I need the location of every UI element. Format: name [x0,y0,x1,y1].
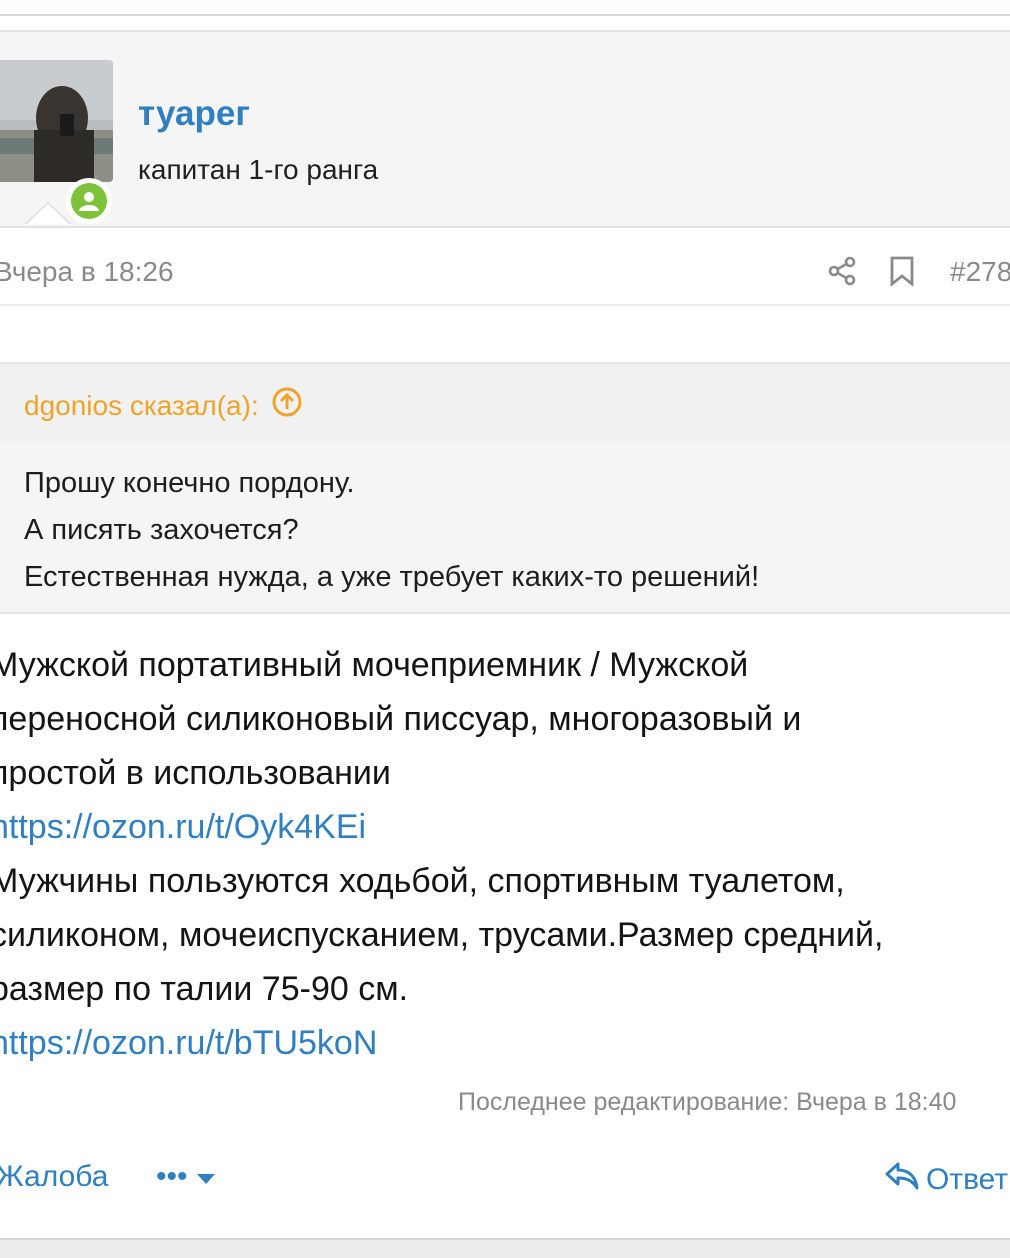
reply-button[interactable]: Ответ [884,1160,1008,1200]
online-status-icon [66,178,112,224]
reply-label: Ответ [926,1163,1009,1196]
reply-arrow-icon [884,1160,920,1200]
post-body: Мужской портативный мочеприемник / Мужск… [0,638,1010,1070]
user-block-pointer [24,202,72,225]
caret-down-icon [196,1160,216,1194]
quote-text: Прошу конечно пордону. А писять захочетс… [24,460,759,601]
post-text-line: Мужской портативный мочеприемник / Мужск… [0,646,749,684]
arrow-up-circle-icon[interactable] [271,386,303,425]
report-button[interactable]: Жалоба [0,1160,108,1194]
post-text-line: силиконом, мочеиспусканием, трусами.Разм… [0,916,884,954]
post-text-line: переносной силиконовый писсуар, многораз… [0,700,802,738]
username-link[interactable]: туарег [138,94,250,134]
bookmark-icon[interactable] [888,255,916,292]
more-actions-button[interactable]: ••• [156,1160,216,1194]
more-dots-label: ••• [156,1160,188,1193]
quote-line: А писять захочется? [24,514,299,546]
bottom-divider [0,1238,1010,1258]
product-link-2[interactable]: https://ozon.ru/t/bTU5koN [0,1016,1010,1070]
user-info-block: туарег капитан 1-го ранга [0,30,1010,228]
user-title: капитан 1-го ранга [138,154,379,185]
post-text-line: Мужчины пользуются ходьбой, спортивным т… [0,862,845,900]
top-divider [0,0,1010,16]
quote-line: Естественная нужда, а уже требует каких-… [24,561,760,593]
post-text-line: размер по талии 75-90 см. [0,970,409,1008]
quote-block: dgonios сказал(а): Прошу конечно пордону… [0,362,1010,614]
post-number[interactable]: #278 [950,256,1010,288]
last-edit-note: Последнее редактирование: Вчера в 18:40 [458,1088,957,1116]
quote-line: Прошу конечно пордону. [24,467,355,499]
share-icon[interactable] [826,255,858,292]
product-link-1[interactable]: https://ozon.ru/t/Oyk4KEi [0,800,1010,854]
post-text-line: простой в использовании [0,754,391,792]
quote-author-label: dgonios сказал(а): [24,389,259,421]
quote-header: dgonios сказал(а): [0,364,1010,442]
quote-author-link[interactable]: dgonios сказал(а): [24,386,303,425]
post-date[interactable]: Вчера в 18:26 [0,256,174,288]
avatar[interactable] [0,60,113,182]
post-meta-row: Вчера в 18:26 [0,226,1010,306]
